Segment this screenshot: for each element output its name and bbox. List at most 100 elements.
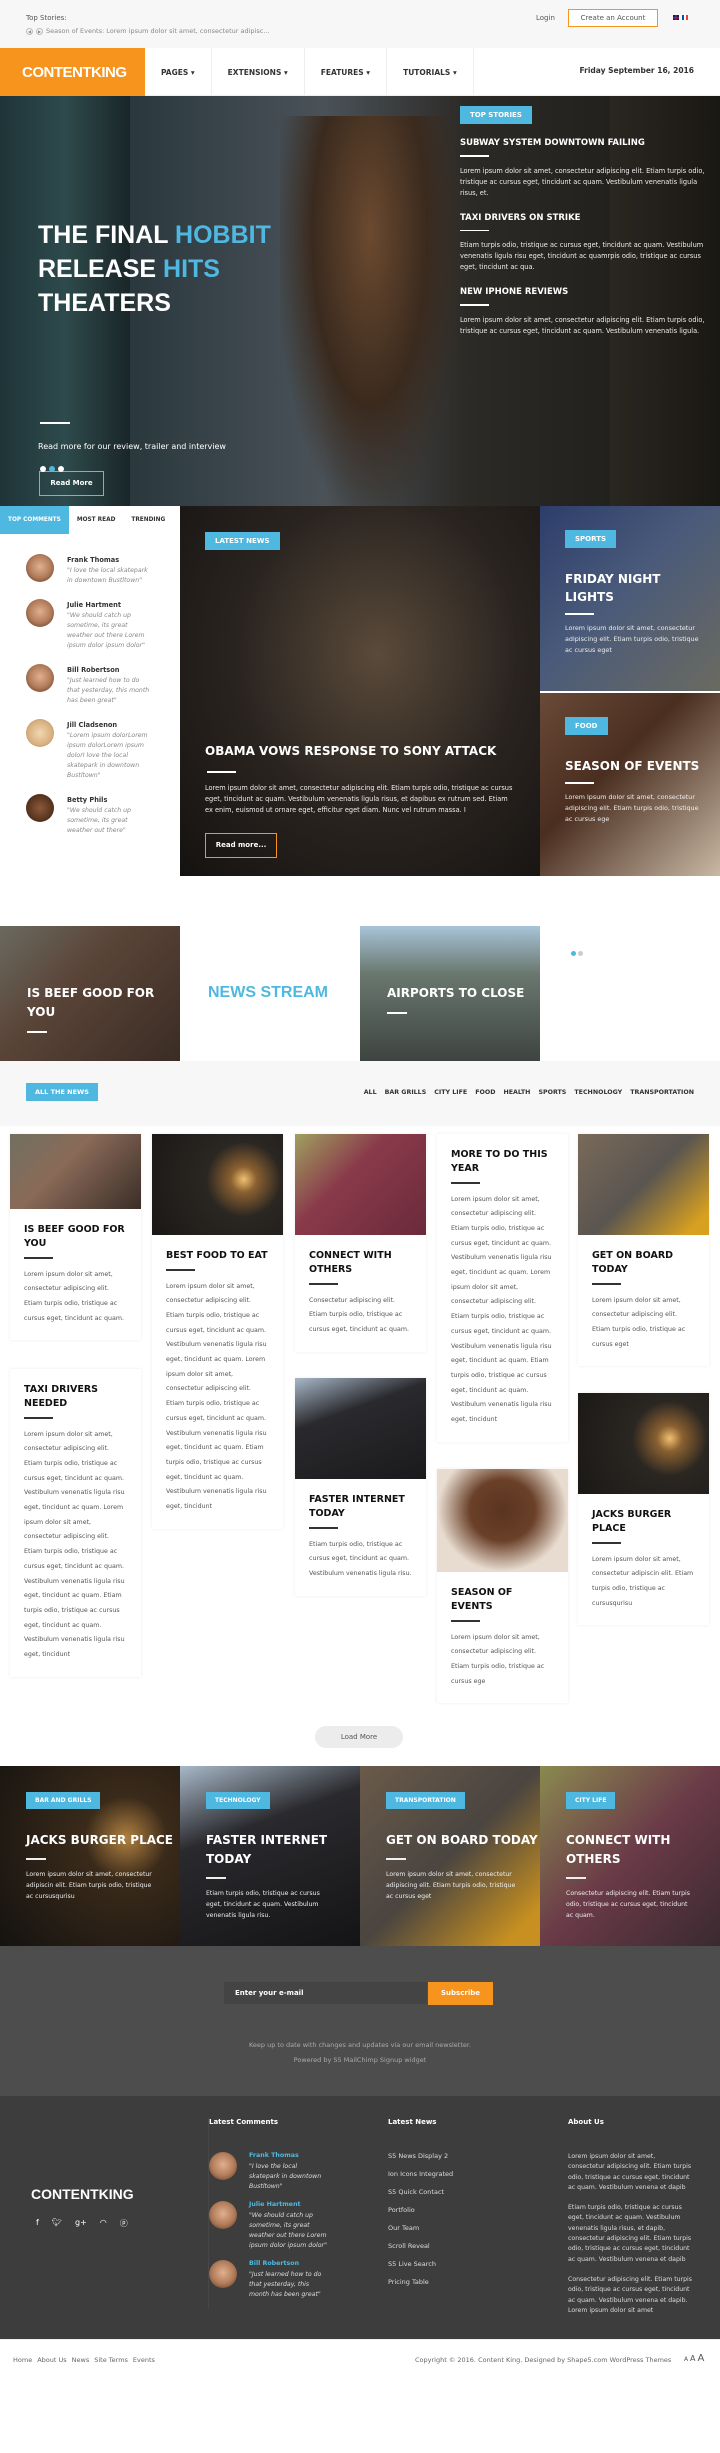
top-story-title[interactable]: TAXI DRIVERS ON STRIKE bbox=[460, 213, 710, 223]
latest-read-more-button[interactable]: Read more... bbox=[205, 833, 277, 858]
footer-comment[interactable]: Bill Robertson "Just learned how to do th… bbox=[209, 2260, 329, 2300]
logo[interactable]: CONTENTKING bbox=[0, 48, 145, 96]
email-input[interactable]: Enter your e-mail bbox=[224, 1982, 427, 2004]
card-title[interactable]: FASTER INTERNET TODAY bbox=[309, 1493, 412, 1521]
category-tile[interactable]: BAR AND GRILLS JACKS BURGER PLACE Lorem ip… bbox=[0, 1766, 180, 1946]
comment-author[interactable]: Bill Robertson bbox=[249, 2260, 329, 2267]
bottom-link-events[interactable]: Events bbox=[133, 2356, 155, 2364]
latest-news-link[interactable]: Portfolio bbox=[388, 2206, 453, 2214]
french-flag-icon[interactable] bbox=[682, 15, 688, 20]
slider-dot-active[interactable] bbox=[49, 466, 55, 472]
latest-news-link[interactable]: Scroll Reveal bbox=[388, 2242, 453, 2250]
top-story-item[interactable]: NEW IPHONE REVIEWS Lorem ipsum dolor sit… bbox=[460, 287, 710, 337]
bottom-link-about[interactable]: About Us bbox=[37, 2356, 66, 2364]
font-small-button[interactable]: A bbox=[684, 2356, 688, 2363]
filter-all[interactable]: ALL bbox=[364, 1089, 377, 1096]
filter-city-life[interactable]: CITY LIFE bbox=[434, 1089, 467, 1096]
hero-read-more-button[interactable]: Read More bbox=[39, 471, 104, 496]
rss-icon[interactable]: ◠ bbox=[100, 2218, 107, 2229]
news-card[interactable]: IS BEEF GOOD FOR YOU Lorem ipsum dolor si… bbox=[10, 1134, 141, 1341]
filter-bar-grills[interactable]: BAR GRILLS bbox=[385, 1089, 427, 1096]
latest-news-link[interactable]: S5 Live Search bbox=[388, 2260, 453, 2268]
top-story-title[interactable]: NEW IPHONE REVIEWS bbox=[460, 287, 710, 297]
font-medium-button[interactable]: A bbox=[690, 2354, 695, 2363]
latest-news-title[interactable]: OBAMA VOWS RESPONSE TO SONY ATTACK bbox=[205, 744, 496, 758]
side-story-title[interactable]: SEASON OF EVENTS bbox=[565, 757, 705, 775]
facebook-icon[interactable]: f bbox=[36, 2218, 39, 2229]
nav-pages[interactable]: PAGES ▾ bbox=[145, 48, 212, 96]
pinterest-icon[interactable]: ⓟ bbox=[120, 2218, 128, 2229]
ticker-text[interactable]: Season of Events: Lorem ipsum dolor sit … bbox=[46, 27, 270, 35]
news-card[interactable]: JACKS BURGER PLACE Lorem ipsum dolor sit … bbox=[578, 1393, 709, 1626]
bottom-link-site-terms[interactable]: Site Terms bbox=[94, 2356, 128, 2364]
news-card[interactable]: GET ON BOARD TODAY Lorem ipsum dolor sit … bbox=[578, 1134, 709, 1367]
latest-news-link[interactable]: Our Team bbox=[388, 2224, 453, 2232]
card-title[interactable]: JACKS BURGER PLACE bbox=[592, 1508, 695, 1536]
news-card[interactable]: FASTER INTERNET TODAY Etiam turpis odio, … bbox=[295, 1378, 426, 1596]
card-title[interactable]: SEASON OF EVENTS bbox=[451, 1586, 554, 1614]
card-title[interactable]: MORE TO DO THIS YEAR bbox=[451, 1148, 554, 1176]
tab-most-read[interactable]: MOST READ bbox=[69, 506, 124, 534]
nav-tutorials[interactable]: TUTORIALS ▾ bbox=[387, 48, 474, 96]
side-story-food[interactable]: FOOD SEASON OF EVENTS Lorem ipsum dolor … bbox=[540, 691, 720, 876]
filter-health[interactable]: HEALTH bbox=[503, 1089, 530, 1096]
card-title[interactable]: CONNECT WITH OTHERS bbox=[309, 1249, 412, 1277]
uk-flag-icon[interactable] bbox=[673, 15, 679, 20]
filter-transportation[interactable]: TRANSPORTATION bbox=[630, 1089, 694, 1096]
load-more-button[interactable]: Load More bbox=[315, 1726, 403, 1748]
stream-dot[interactable] bbox=[578, 951, 583, 956]
card-title[interactable]: BEST FOOD TO EAT bbox=[166, 1249, 269, 1263]
latest-news-link[interactable]: Ion Icons Integrated bbox=[388, 2170, 453, 2178]
filter-sports[interactable]: SPORTS bbox=[538, 1089, 566, 1096]
card-title[interactable]: TAXI DRIVERS NEEDED bbox=[24, 1383, 127, 1411]
top-story-item[interactable]: SUBWAY SYSTEM DOWNTOWN FAILING Lorem ips… bbox=[460, 138, 710, 199]
latest-news-link[interactable]: Pricing Table bbox=[388, 2278, 453, 2286]
nav-extensions[interactable]: EXTENSIONS ▾ bbox=[212, 48, 305, 96]
footer-comment[interactable]: Frank Thomas "I love the local skatepark … bbox=[209, 2152, 329, 2192]
tab-top-comments[interactable]: TOP COMMENTS bbox=[0, 506, 69, 534]
subscribe-button[interactable]: Subscribe bbox=[428, 1982, 493, 2005]
news-card[interactable]: CONNECT WITH OTHERS Consectetur adipiscin… bbox=[295, 1134, 426, 1352]
comment-item[interactable]: Betty Phils "We should catch up sometime,… bbox=[26, 794, 180, 836]
news-card[interactable]: BEST FOOD TO EAT Lorem ipsum dolor sit am… bbox=[152, 1134, 283, 1529]
bottom-link-home[interactable]: Home bbox=[13, 2356, 32, 2364]
create-account-button[interactable]: Create an Account bbox=[568, 9, 658, 27]
comment-item[interactable]: Frank Thomas "I love the local skatepark … bbox=[26, 554, 180, 586]
comment-author[interactable]: Julie Hartment bbox=[249, 2201, 329, 2208]
category-tile[interactable]: TRANSPORTATION GET ON BOARD TODAY Lorem ip… bbox=[360, 1766, 540, 1946]
news-card[interactable]: TAXI DRIVERS NEEDED Lorem ipsum dolor sit… bbox=[10, 1369, 141, 1677]
comment-author[interactable]: Frank Thomas bbox=[249, 2152, 329, 2159]
next-arrow-icon[interactable]: ▶ bbox=[36, 27, 43, 35]
side-story-title[interactable]: FRIDAY NIGHT LIGHTS bbox=[565, 570, 705, 606]
stream-tile[interactable]: IS BEEF GOOD FOR YOU bbox=[0, 926, 180, 1061]
latest-news-link[interactable]: S5 News Display 2 bbox=[388, 2152, 453, 2160]
side-story-sports[interactable]: SPORTS FRIDAY NIGHT LIGHTS Lorem ipsum d… bbox=[540, 506, 720, 691]
news-card[interactable]: MORE TO DO THIS YEAR Lorem ipsum dolor si… bbox=[437, 1134, 568, 1442]
filter-food[interactable]: FOOD bbox=[475, 1089, 495, 1096]
google-plus-icon[interactable]: g+ bbox=[75, 2218, 87, 2229]
filter-technology[interactable]: TECHNOLOGY bbox=[574, 1089, 622, 1096]
top-story-item[interactable]: TAXI DRIVERS ON STRIKE Etiam turpis odio… bbox=[460, 213, 710, 274]
stream-dot-active[interactable] bbox=[571, 951, 576, 956]
tab-trending[interactable]: TRENDING bbox=[123, 506, 173, 534]
font-large-button[interactable]: A bbox=[697, 2353, 704, 2364]
bottom-link-news[interactable]: News bbox=[72, 2356, 90, 2364]
twitter-icon[interactable]: 🐦︎ bbox=[52, 2218, 62, 2229]
slider-dot[interactable] bbox=[40, 466, 46, 472]
latest-news-link[interactable]: S5 Quick Contact bbox=[388, 2188, 453, 2196]
login-link[interactable]: Login bbox=[536, 14, 555, 22]
slider-dot[interactable] bbox=[58, 466, 64, 472]
footer-comment[interactable]: Julie Hartment "We should catch up someti… bbox=[209, 2201, 329, 2251]
news-card[interactable]: SEASON OF EVENTS Lorem ipsum dolor sit am… bbox=[437, 1469, 568, 1704]
nav-features[interactable]: FEATURES ▾ bbox=[305, 48, 388, 96]
category-tile[interactable]: TECHNOLOGY FASTER INTERNET TODAY Etiam tur… bbox=[180, 1766, 360, 1946]
comment-item[interactable]: Jill Cladsenon "Lorem ipsum dolorLorem ip… bbox=[26, 719, 180, 781]
footer-logo[interactable]: CONTENTKING bbox=[31, 2186, 134, 2202]
category-tile[interactable]: CITY LIFE CONNECT WITH OTHERS Consectetur … bbox=[540, 1766, 720, 1946]
card-title[interactable]: GET ON BOARD TODAY bbox=[592, 1249, 695, 1277]
comment-item[interactable]: Julie Hartment "We should catch up someti… bbox=[26, 599, 180, 651]
comment-item[interactable]: Bill Robertson "Just learned how to do th… bbox=[26, 664, 180, 706]
prev-arrow-icon[interactable]: ◀ bbox=[26, 27, 33, 35]
stream-tile[interactable]: AIRPORTS TO CLOSE bbox=[360, 926, 540, 1061]
top-story-title[interactable]: SUBWAY SYSTEM DOWNTOWN FAILING bbox=[460, 138, 710, 148]
